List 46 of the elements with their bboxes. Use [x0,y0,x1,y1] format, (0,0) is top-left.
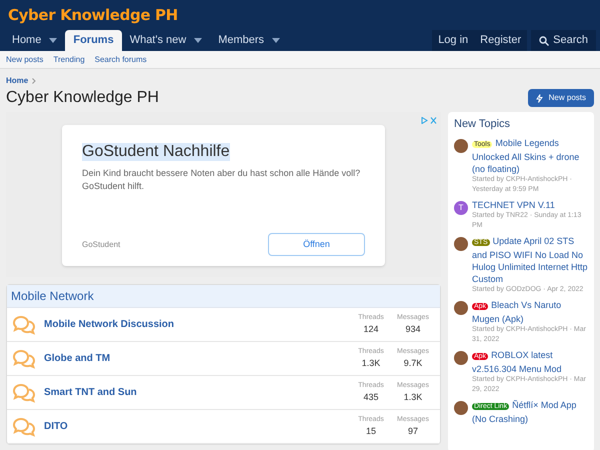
search-button[interactable]: Search [531,30,596,51]
message-count: 9.7K [404,357,422,370]
thread-count: 435 [363,391,379,404]
open-button[interactable]: Öffnen [268,233,365,256]
forum-link[interactable]: DITO [44,419,351,434]
thread-count: 1.3K [362,357,380,370]
forum-link[interactable]: Smart TNT and Sun [44,385,351,400]
ad-text: Dein Kind braucht bessere Noten aber du hast schon alle Hände voll? GoStudent hilft. [82,167,362,193]
message-count: 1.3K [404,391,422,404]
chat-bubbles-icon [12,382,36,402]
avatar[interactable] [454,138,468,152]
chat-bubbles-icon [12,348,36,368]
message-count: 97 [408,425,418,438]
search-icon [539,36,550,46]
forum-link[interactable]: Globe and TM [44,351,351,366]
page-title: Cyber Knowledge PH [6,88,159,108]
site-logo[interactable]: Cyber Knowledge PH [8,4,178,26]
avatar[interactable] [454,350,468,364]
chevron-right-icon [32,78,36,84]
sub-nav-link[interactable]: New posts [6,54,44,66]
avatar[interactable] [454,300,468,314]
sidebar-title: New Topics [454,117,512,132]
thread-count: 15 [366,425,376,438]
category-title[interactable]: Mobile Network [11,287,94,305]
sub-nav-link[interactable]: Search forums [94,54,147,66]
chat-bubbles-icon [12,416,36,436]
avatar[interactable] [454,400,468,414]
topic-link[interactable]: TECHNET VPN V.11 [472,198,588,210]
nav-tab[interactable]: Forums [65,30,122,51]
avatar[interactable] [454,236,468,250]
nav-tab[interactable]: Home [4,30,66,51]
chat-bubbles-icon [12,314,36,334]
sub-nav-link[interactable]: Trending [53,54,85,66]
avatar[interactable]: T [454,200,468,214]
account-link[interactable]: Register [474,30,528,51]
advertiser-name: GoStudent [82,238,120,250]
nav-tab[interactable]: What's new [122,30,210,51]
ad-title[interactable]: GoStudent Nachhilfe [82,143,230,161]
new-posts-button[interactable]: New posts [528,89,594,107]
message-count: 934 [405,323,421,336]
account-link[interactable]: Log in [432,30,474,51]
thread-count: 124 [363,323,379,336]
nav-tab[interactable]: Members [210,30,288,51]
forum-link[interactable]: Mobile Network Discussion [44,317,351,332]
breadcrumb-link[interactable]: Home [6,75,28,87]
lightning-icon [536,94,543,102]
